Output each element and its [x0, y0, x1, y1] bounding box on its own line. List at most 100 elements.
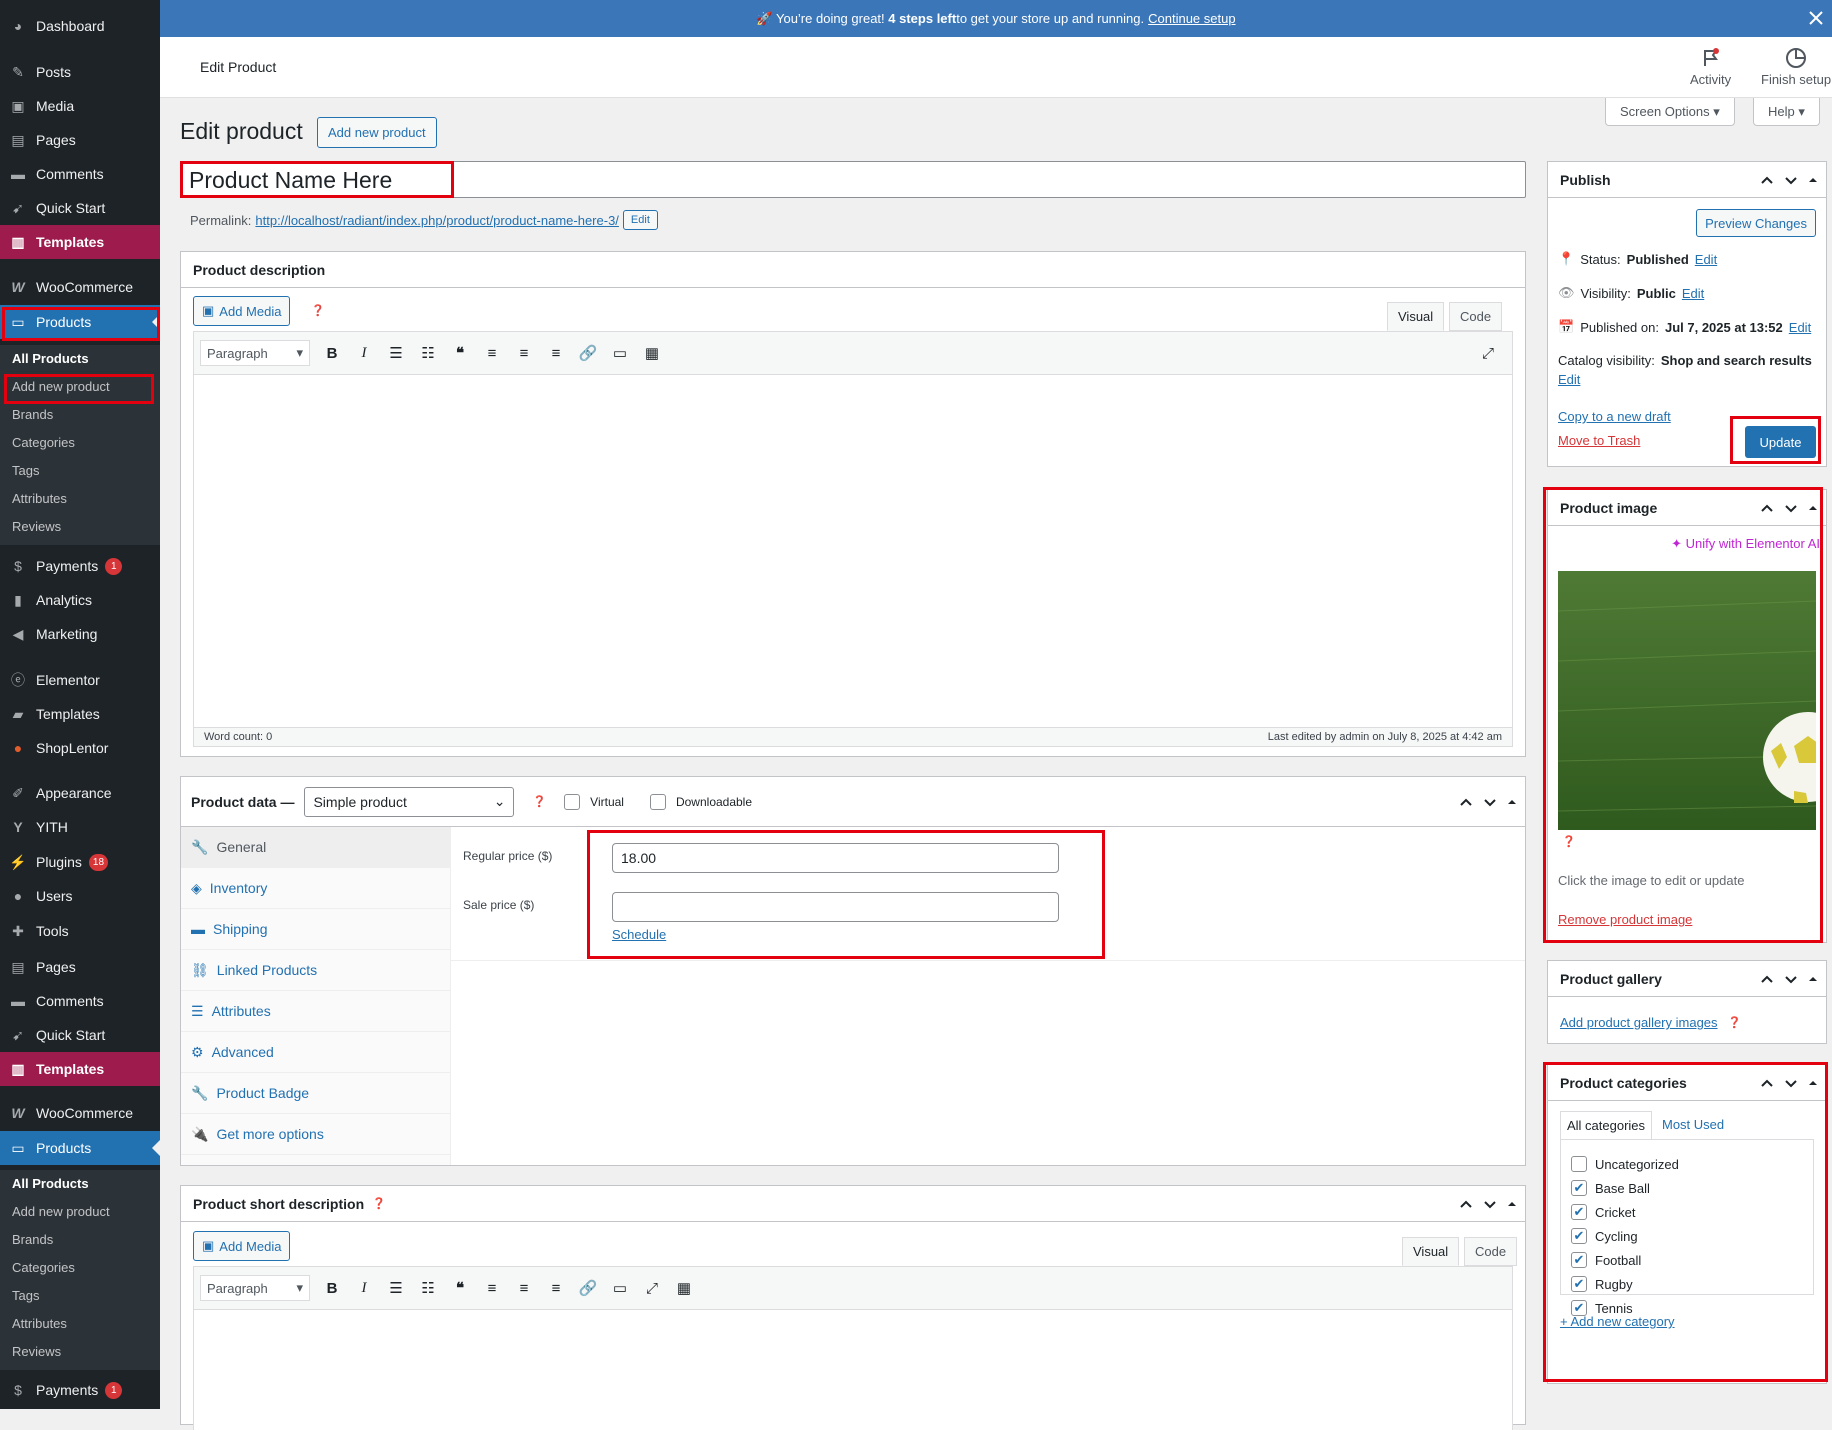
chevron-down-icon[interactable]: [1782, 171, 1800, 189]
bold-icon[interactable]: B: [318, 339, 346, 367]
product-title-input[interactable]: Product Name Here: [180, 161, 1526, 198]
sub-all-products[interactable]: All Products: [0, 345, 160, 373]
chevron-up-icon[interactable]: [1758, 1074, 1776, 1092]
menu-media[interactable]: ▣ Media: [0, 89, 160, 123]
preview-changes-button[interactable]: Preview Changes: [1696, 209, 1816, 237]
pd-tab-attributes[interactable]: ☰ Attributes: [181, 991, 450, 1032]
chevron-up-icon[interactable]: [1457, 793, 1475, 811]
menu-pages[interactable]: ▤ Pages: [0, 123, 160, 157]
align-center-icon[interactable]: ≡: [510, 1274, 538, 1302]
product-image-thumbnail[interactable]: [1558, 571, 1816, 830]
align-right-icon[interactable]: ≡: [542, 339, 570, 367]
pd-tab-general[interactable]: 🔧 General: [181, 827, 450, 868]
menu-quick-start-2[interactable]: ➹ Quick Start: [0, 1018, 160, 1052]
sub-add-new-product[interactable]: Add new product: [0, 1198, 160, 1226]
category-item[interactable]: ✔ Cricket: [1571, 1200, 1803, 1224]
category-item[interactable]: ✔ Rugby: [1571, 1272, 1803, 1296]
help-icon[interactable]: ❓: [1728, 1016, 1742, 1029]
align-center-icon[interactable]: ≡: [510, 339, 538, 367]
menu-analytics[interactable]: ▮ Analytics: [0, 583, 160, 617]
italic-icon[interactable]: I: [350, 1274, 378, 1302]
chevron-down-icon[interactable]: [1481, 1195, 1499, 1213]
pd-tab-get-more-options[interactable]: 🔌 Get more options: [181, 1114, 450, 1155]
sub-tags[interactable]: Tags: [0, 1282, 160, 1310]
fullscreen-icon[interactable]: ⤢: [638, 1274, 666, 1302]
help-icon[interactable]: ❓: [372, 1197, 386, 1210]
tab-all-categories[interactable]: All categories: [1560, 1111, 1653, 1139]
finish-setup-button[interactable]: Finish setup: [1761, 47, 1831, 87]
add-media-button[interactable]: ▣ Add Media: [193, 296, 291, 326]
sub-add-new-product[interactable]: Add new product: [0, 373, 160, 401]
bullet-list-icon[interactable]: ☰: [382, 1274, 410, 1302]
move-to-trash-link[interactable]: Move to Trash: [1558, 433, 1640, 448]
close-icon[interactable]: [1806, 8, 1826, 28]
numbered-list-icon[interactable]: ☷: [414, 1274, 442, 1302]
sub-all-products[interactable]: All Products: [0, 1170, 160, 1198]
product-type-select[interactable]: Simple product ⌄: [304, 786, 515, 817]
category-checkbox[interactable]: ✔: [1571, 1228, 1587, 1244]
quote-icon[interactable]: ❝: [446, 339, 474, 367]
permalink-edit-button[interactable]: Edit: [622, 210, 658, 230]
menu-woocommerce-2[interactable]: W WooCommerce: [0, 1096, 160, 1130]
edit-catalog-link[interactable]: Edit: [1558, 372, 1580, 387]
menu-payments-2[interactable]: $ Payments 1: [0, 1373, 160, 1407]
sub-brands[interactable]: Brands: [0, 401, 160, 429]
tab-code[interactable]: Code: [1449, 302, 1503, 331]
menu-plugins[interactable]: ⚡ Plugins 18: [0, 845, 160, 879]
category-checkbox[interactable]: ✔: [1571, 1276, 1587, 1292]
sub-reviews[interactable]: Reviews: [0, 513, 160, 541]
collapse-icon[interactable]: [1806, 1074, 1820, 1092]
regular-price-input[interactable]: 18.00: [612, 843, 1059, 873]
menu-comments[interactable]: ▬ Comments: [0, 157, 160, 191]
menu-woocommerce[interactable]: W WooCommerce: [0, 270, 160, 304]
menu-posts[interactable]: ✎ Posts: [0, 55, 160, 89]
align-left-icon[interactable]: ≡: [478, 339, 506, 367]
collapse-icon[interactable]: [1505, 1195, 1519, 1213]
numbered-list-icon[interactable]: ☷: [414, 339, 442, 367]
chevron-down-icon[interactable]: [1782, 1074, 1800, 1092]
menu-dashboard[interactable]: ◕ Dashboard: [0, 9, 160, 43]
chevron-up-icon[interactable]: [1457, 1195, 1475, 1213]
chevron-up-icon[interactable]: [1758, 970, 1776, 988]
chevron-down-icon[interactable]: [1782, 970, 1800, 988]
category-item[interactable]: Uncategorized: [1571, 1152, 1803, 1176]
pd-tab-advanced[interactable]: ⚙ Advanced: [181, 1032, 450, 1073]
sale-price-input[interactable]: [612, 892, 1059, 922]
menu-payments[interactable]: $ Payments 1: [0, 549, 160, 583]
edit-status-link[interactable]: Edit: [1695, 252, 1717, 267]
category-checkbox[interactable]: [1571, 1156, 1587, 1172]
category-checkbox[interactable]: ✔: [1571, 1180, 1587, 1196]
virtual-checkbox[interactable]: [564, 793, 581, 810]
read-more-icon[interactable]: ▭: [606, 339, 634, 367]
menu-comments-2[interactable]: ▬ Comments: [0, 984, 160, 1018]
chevron-down-icon[interactable]: [1782, 499, 1800, 517]
menu-quick-start[interactable]: ➹ Quick Start: [0, 191, 160, 225]
description-editor[interactable]: [193, 375, 1513, 727]
continue-setup-link[interactable]: Continue setup: [1148, 11, 1235, 26]
help-icon[interactable]: ❓: [532, 795, 546, 808]
tab-visual[interactable]: Visual: [1402, 1237, 1460, 1266]
menu-products[interactable]: ▭ Products: [0, 305, 160, 339]
remove-product-image-link[interactable]: Remove product image: [1558, 912, 1692, 927]
copy-draft-link[interactable]: Copy to a new draft: [1558, 409, 1671, 424]
downloadable-checkbox[interactable]: [649, 793, 666, 810]
add-new-category-link[interactable]: + Add new category: [1560, 1314, 1675, 1329]
menu-elementor[interactable]: ⓔ Elementor: [0, 663, 160, 697]
tab-code[interactable]: Code: [1464, 1237, 1518, 1266]
activity-button[interactable]: Activity: [1690, 47, 1731, 87]
toolbar-toggle-icon[interactable]: ▦: [670, 1274, 698, 1302]
sub-categories[interactable]: Categories: [0, 1254, 160, 1282]
tab-most-used[interactable]: Most Used: [1662, 1117, 1724, 1132]
align-left-icon[interactable]: ≡: [478, 1274, 506, 1302]
sub-tags[interactable]: Tags: [0, 457, 160, 485]
bold-icon[interactable]: B: [318, 1274, 346, 1302]
link-icon[interactable]: 🔗: [574, 339, 602, 367]
pd-tab-inventory[interactable]: ◈ Inventory: [181, 868, 450, 909]
schedule-link[interactable]: Schedule: [612, 927, 666, 942]
add-media-button[interactable]: ▣ Add Media: [193, 1231, 291, 1261]
read-more-icon[interactable]: ▭: [606, 1274, 634, 1302]
unify-elementor-ai-link[interactable]: ✦ Unify with Elementor AI: [1671, 536, 1820, 552]
menu-templates-3[interactable]: ▥ Templates: [0, 1052, 160, 1086]
collapse-icon[interactable]: [1806, 171, 1820, 189]
update-button[interactable]: Update: [1745, 426, 1816, 458]
